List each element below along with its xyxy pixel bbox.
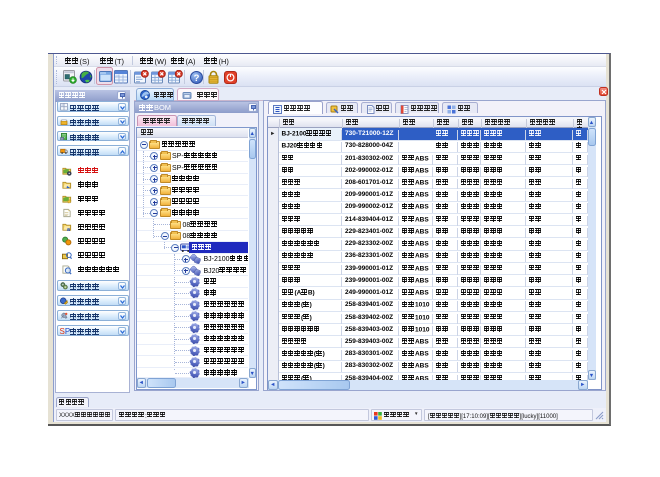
svg-text:?: ? — [193, 73, 199, 84]
